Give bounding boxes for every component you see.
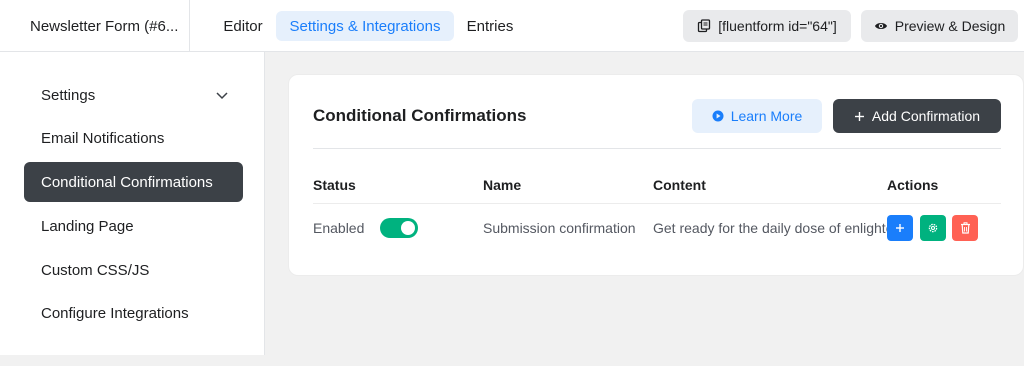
sidebar-item-conditional-confirmations[interactable]: Conditional Confirmations xyxy=(24,162,243,202)
column-header-actions: Actions xyxy=(887,177,939,193)
table-row-divider xyxy=(313,203,1001,204)
status-text: Enabled xyxy=(313,220,365,236)
shortcode-label: [fluentform id="64"] xyxy=(718,18,837,34)
confirmations-card: Conditional Confirmations Learn More Add… xyxy=(288,74,1024,276)
sidebar-item-label: Configure Integrations xyxy=(41,304,189,322)
column-header-status: Status xyxy=(313,177,356,193)
add-confirmation-label: Add Confirmation xyxy=(871,108,981,124)
learn-more-button[interactable]: Learn More xyxy=(692,99,822,133)
preview-design-label: Preview & Design xyxy=(894,18,1006,34)
column-header-content: Content xyxy=(653,177,706,193)
add-action-button[interactable] xyxy=(887,215,913,241)
sidebar-item-label: Custom CSS/JS xyxy=(41,261,150,279)
plus-icon xyxy=(854,111,864,121)
plus-icon xyxy=(896,224,904,232)
tab-settings-integrations[interactable]: Settings & Integrations xyxy=(276,11,454,41)
chevron-down-icon[interactable] xyxy=(215,88,229,102)
copy-icon xyxy=(698,19,711,33)
sidebar-item-landing-page[interactable]: Landing Page xyxy=(24,206,243,246)
shortcode-button[interactable]: [fluentform id="64"] xyxy=(683,10,851,42)
form-title: Newsletter Form (#6... xyxy=(0,0,190,52)
play-circle-icon xyxy=(712,110,724,122)
sidebar-item-configure-integrations[interactable]: Configure Integrations xyxy=(24,293,243,333)
confirmation-content: Get ready for the daily dose of enlighte… xyxy=(653,220,887,236)
preview-design-button[interactable]: Preview & Design xyxy=(861,10,1018,42)
sidebar-item-custom-css-js[interactable]: Custom CSS/JS xyxy=(24,250,243,290)
toggle-knob xyxy=(401,221,415,235)
sidebar-item-label: Landing Page xyxy=(41,217,134,235)
sidebar-item-label: Email Notifications xyxy=(41,129,165,147)
column-header-name: Name xyxy=(483,177,522,193)
top-bar: Newsletter Form (#6... Editor Settings &… xyxy=(0,0,1024,52)
gear-icon xyxy=(928,223,938,233)
confirmation-name: Submission confirmation xyxy=(483,220,636,236)
settings-action-button[interactable] xyxy=(920,215,946,241)
trash-icon xyxy=(960,222,970,234)
page-title: Conditional Confirmations xyxy=(313,106,527,125)
delete-action-button[interactable] xyxy=(952,215,978,241)
learn-more-label: Learn More xyxy=(730,108,803,124)
eye-icon xyxy=(874,23,887,29)
settings-sidebar: Settings Email Notifications Conditional… xyxy=(0,52,265,355)
sidebar-item-label: Conditional Confirmations xyxy=(41,173,213,191)
sidebar-item-label: Settings xyxy=(41,86,96,104)
tab-editor[interactable]: Editor xyxy=(212,11,274,41)
sidebar-item-email-notifications[interactable]: Email Notifications xyxy=(24,118,243,158)
header-divider xyxy=(313,148,1001,149)
sidebar-item-settings[interactable]: Settings xyxy=(24,75,243,115)
add-confirmation-button[interactable]: Add Confirmation xyxy=(833,99,1001,133)
tab-entries[interactable]: Entries xyxy=(458,11,522,41)
status-toggle[interactable] xyxy=(380,218,418,238)
